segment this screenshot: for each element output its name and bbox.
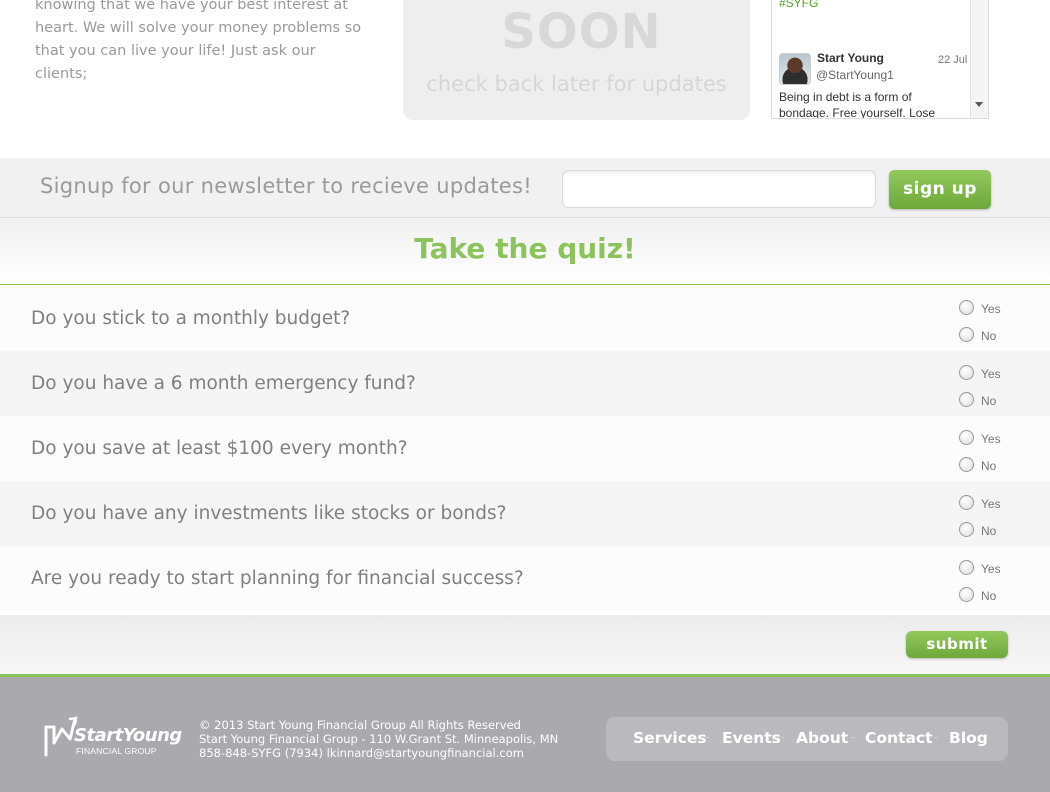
footer: StartYoung FINANCIAL GROUP © 2013 Start … <box>0 674 1050 792</box>
logo-wordmark: StartYoung <box>74 725 182 746</box>
radio-no-label[interactable]: No <box>981 394 996 408</box>
tweet-text: Being in debt is a form of bondage. Free… <box>779 90 936 119</box>
radio-yes[interactable] <box>959 300 974 315</box>
nav-separator: - <box>934 729 939 744</box>
quiz-question-row: Do you have any investments like stocks … <box>0 481 1050 546</box>
quiz-header: Take the quiz! <box>0 218 1050 285</box>
radio-no-label[interactable]: No <box>981 459 996 473</box>
top-section: knowing that we have your best interest … <box>0 0 1050 158</box>
radio-no[interactable] <box>959 392 974 407</box>
quiz-question-text: Do you have a 6 month emergency fund? <box>31 373 416 394</box>
radio-no-label[interactable]: No <box>981 589 996 603</box>
tweet-hashtag-link[interactable]: #SYFG <box>779 0 818 10</box>
newsletter-email-input[interactable] <box>562 170 876 208</box>
newsletter-label: Signup for our newsletter to recieve upd… <box>40 174 532 198</box>
quiz-question-text: Are you ready to start planning for fina… <box>31 568 524 589</box>
submit-button[interactable]: submit <box>906 631 1008 658</box>
logo-subtitle: FINANCIAL GROUP <box>76 746 157 756</box>
radio-no-label[interactable]: No <box>981 524 996 538</box>
quiz-question-text: Do you stick to a monthly budget? <box>31 308 351 329</box>
newsletter-bar: Signup for our newsletter to recieve upd… <box>0 158 1050 218</box>
tweet-author-handle[interactable]: @StartYoung1 <box>816 68 894 82</box>
intro-line: knowing that we have your best interest … <box>35 0 348 13</box>
copyright-text: © 2013 Start Young Financial Group All R… <box>199 718 521 732</box>
radio-no[interactable] <box>959 457 974 472</box>
radio-yes-label[interactable]: Yes <box>981 432 1001 446</box>
address-text: Start Young Financial Group - 110 W.Gran… <box>199 732 559 746</box>
coming-soon-subtitle: check back later for updates <box>426 72 727 96</box>
radio-yes[interactable] <box>959 430 974 445</box>
quiz-question-row: Are you ready to start planning for fina… <box>0 546 1050 611</box>
nav-separator: - <box>705 729 710 744</box>
quiz-question-row: Do you save at least $100 every month? Y… <box>0 416 1050 481</box>
coming-soon-word: SOON <box>501 4 662 60</box>
logo-mark-icon <box>44 716 78 757</box>
footer-info: © 2013 Start Young Financial Group All R… <box>199 718 558 760</box>
intro-paragraph: knowing that we have your best interest … <box>35 0 365 86</box>
footer-nav: Services - Events - About - Contact - Bl… <box>606 717 1008 761</box>
radio-yes-label[interactable]: Yes <box>981 367 1001 381</box>
radio-yes[interactable] <box>959 495 974 510</box>
radio-no[interactable] <box>959 587 974 602</box>
quiz-question-text: Do you have any investments like stocks … <box>31 503 507 524</box>
footer-logo[interactable]: StartYoung FINANCIAL GROUP <box>44 715 182 761</box>
tweet-date[interactable]: 22 Jul <box>938 54 967 66</box>
radio-yes-label[interactable]: Yes <box>981 497 1001 511</box>
intro-line: that you can live your life! Just ask ou… <box>35 43 316 82</box>
footer-link-services[interactable]: Services <box>633 729 707 747</box>
footer-link-contact[interactable]: Contact <box>865 729 933 747</box>
signup-button[interactable]: sign up <box>889 170 991 209</box>
radio-yes[interactable] <box>959 365 974 380</box>
twitter-widget[interactable]: #SYFG Start Young @StartYoung1 22 Jul Be… <box>771 0 989 119</box>
footer-link-blog[interactable]: Blog <box>949 729 988 747</box>
radio-no-label[interactable]: No <box>981 329 996 343</box>
contact-text: 858-848-SYFG (7934) lkinnard@startyoungf… <box>199 746 524 760</box>
radio-no[interactable] <box>959 327 974 342</box>
quiz-question-row: Do you have a 6 month emergency fund? Ye… <box>0 351 1050 416</box>
tweet-author-name[interactable]: Start Young <box>817 51 884 65</box>
avatar[interactable] <box>779 53 811 85</box>
footer-link-events[interactable]: Events <box>722 729 781 747</box>
radio-yes[interactable] <box>959 560 974 575</box>
nav-separator: - <box>851 729 856 744</box>
twitter-scrollbar[interactable] <box>970 0 988 118</box>
nav-separator: - <box>781 729 786 744</box>
footer-link-about[interactable]: About <box>796 729 848 747</box>
quiz-submit-bar: submit <box>0 615 1050 674</box>
scroll-down-icon[interactable] <box>975 102 983 107</box>
coming-soon-panel: SOON check back later for updates <box>403 0 750 120</box>
radio-yes-label[interactable]: Yes <box>981 302 1001 316</box>
radio-no[interactable] <box>959 522 974 537</box>
quiz-question-row: Do you stick to a monthly budget? Yes No <box>0 286 1050 351</box>
intro-line: heart. We will solve your money problems… <box>35 20 362 36</box>
quiz-title: Take the quiz! <box>414 232 636 265</box>
radio-yes-label[interactable]: Yes <box>981 562 1001 576</box>
quiz-question-text: Do you save at least $100 every month? <box>31 438 408 459</box>
